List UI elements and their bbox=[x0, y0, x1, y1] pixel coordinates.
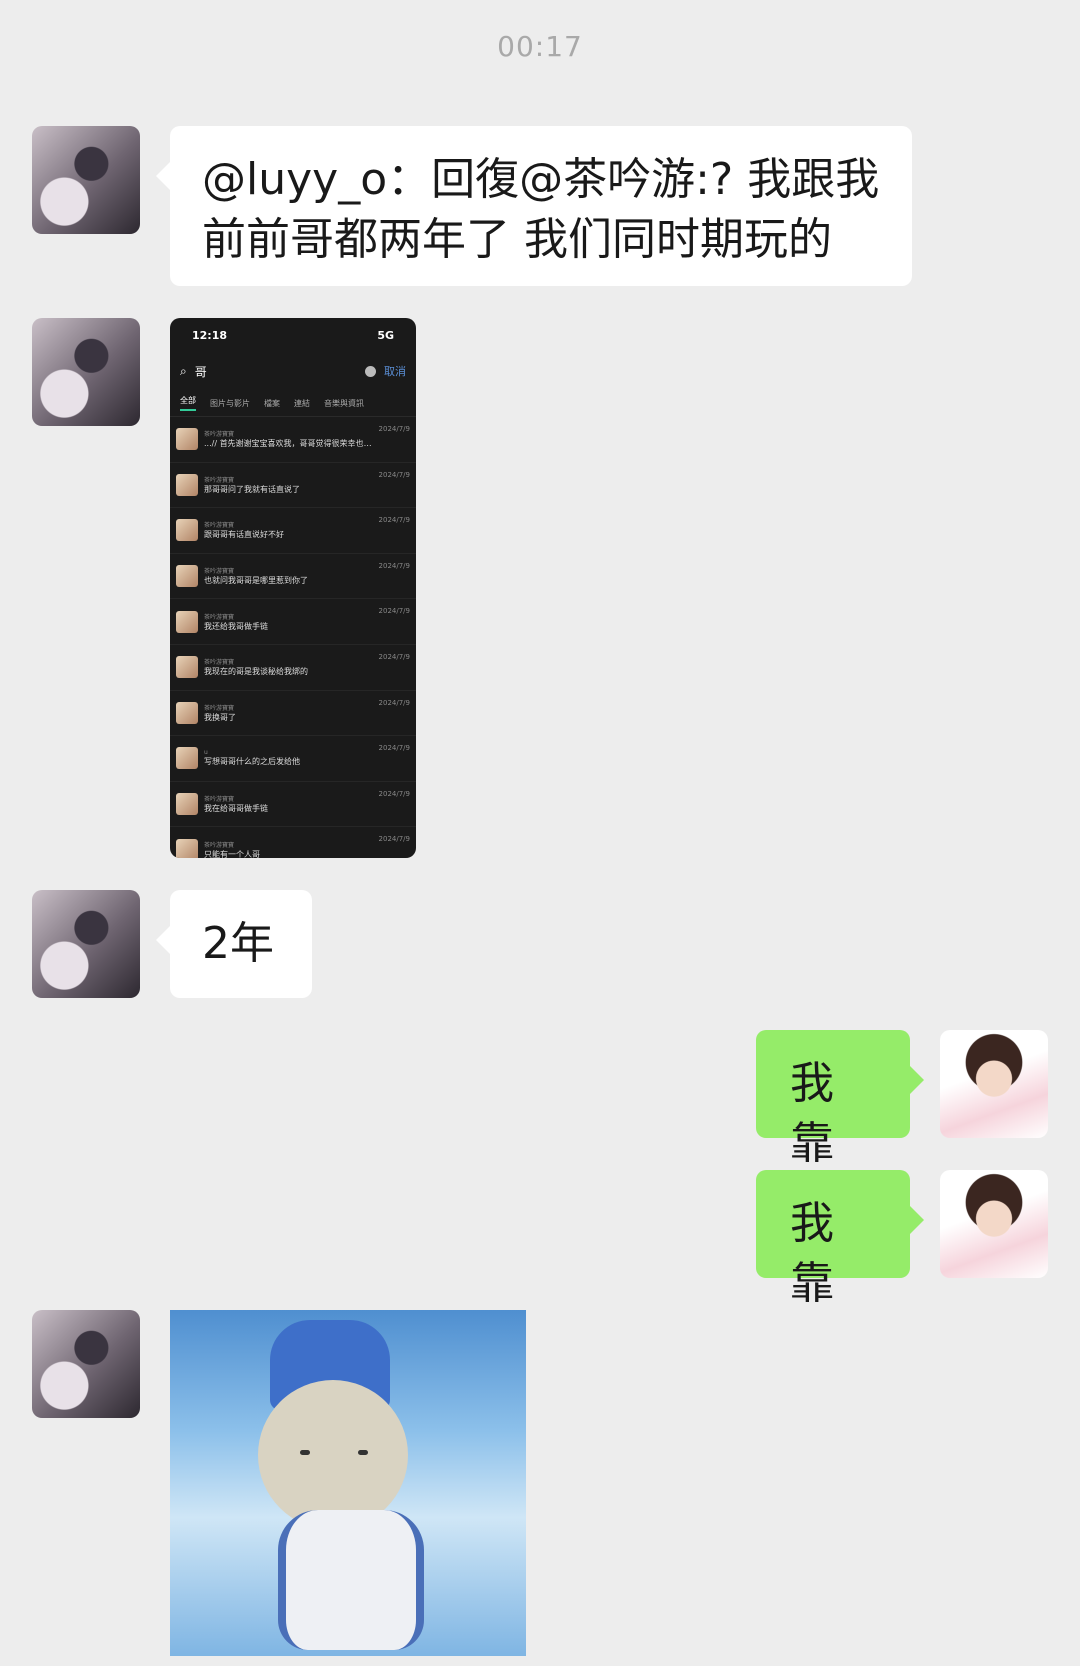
result-date: 2024/7/9 bbox=[378, 698, 410, 707]
result-date: 2024/7/9 bbox=[378, 744, 410, 753]
result-message: 也就问我哥哥是哪里惹到你了 bbox=[204, 576, 308, 586]
contact-avatar[interactable] bbox=[32, 126, 140, 234]
clear-icon bbox=[365, 365, 376, 377]
screenshot-result-row: 茶吟游寶寶 那哥哥问了我就有话直说了 2024/7/9 bbox=[170, 463, 416, 509]
avatar bbox=[176, 473, 198, 496]
screenshot-time: 12:18 bbox=[192, 328, 228, 342]
screenshot-result-row: 茶吟游寶寶 只能有一个人哥 2024/7/9 bbox=[170, 827, 416, 858]
screenshot-result-row: 茶吟游寶寶 我换哥了 2024/7/9 bbox=[170, 691, 416, 737]
result-name: 茶吟游寶寶 bbox=[204, 841, 235, 849]
result-date: 2024/7/9 bbox=[378, 652, 410, 661]
screenshot-tab: 图片与影片 bbox=[210, 398, 250, 408]
message-text-line: 前前哥都两年了 我们同时期玩的 bbox=[202, 214, 832, 265]
screenshot-tabs: 全部 图片与影片 檔案 連結 音樂與資訊 bbox=[170, 390, 416, 417]
result-message: 那哥哥问了我就有话直说了 bbox=[204, 484, 300, 494]
message-bubble-self[interactable]: 我靠 bbox=[756, 1170, 924, 1309]
self-avatar[interactable] bbox=[940, 1030, 1048, 1138]
contact-avatar[interactable] bbox=[32, 318, 140, 426]
chat-timestamp: 00:17 bbox=[497, 30, 583, 63]
screenshot-signal: 5G bbox=[377, 328, 394, 342]
search-icon: ⌕ bbox=[180, 363, 187, 378]
result-message: ...// 首先谢谢宝宝喜欢我，哥哥觉得很荣幸也很幸... bbox=[204, 439, 373, 449]
screenshot-result-row: u 写想哥哥什么的之后发给他 2024/7/9 bbox=[170, 736, 416, 782]
result-name: 茶吟游寶寶 bbox=[204, 568, 235, 576]
screenshot-search-bar: ⌕ 哥 取消 bbox=[170, 352, 416, 390]
result-message: 只能有一个人哥 bbox=[204, 849, 260, 858]
result-name: 茶吟游寶寶 bbox=[204, 476, 235, 484]
sticker-body bbox=[278, 1510, 424, 1650]
message-text: 我靠 bbox=[790, 1058, 834, 1169]
message-text: 2年 bbox=[202, 918, 274, 969]
result-name: 茶吟游寶寶 bbox=[204, 522, 235, 530]
image-message-screenshot[interactable]: 12:18 5G ⌕ 哥 取消 全部 图片与影片 檔案 連結 音樂與資訊 茶吟游… bbox=[170, 318, 416, 858]
result-name: 茶吟游寶寶 bbox=[204, 704, 235, 712]
avatar bbox=[176, 656, 198, 679]
screenshot-result-row: 茶吟游寶寶 也就问我哥哥是哪里惹到你了 2024/7/9 bbox=[170, 554, 416, 600]
screenshot-search-query: 哥 bbox=[194, 364, 207, 379]
screenshot-tab: 檔案 bbox=[264, 398, 280, 408]
screenshot-result-row: 茶吟游寶寶 我还给我哥做手链 2024/7/9 bbox=[170, 599, 416, 645]
result-name: 茶吟游寶寶 bbox=[204, 613, 235, 621]
result-date: 2024/7/9 bbox=[378, 516, 410, 525]
avatar bbox=[176, 610, 198, 633]
avatar bbox=[176, 428, 198, 451]
message-text: 我靠 bbox=[790, 1198, 834, 1309]
screenshot-status-bar: 12:18 5G bbox=[170, 318, 416, 352]
screenshot-result-row: 茶吟游寶寶 ...// 首先谢谢宝宝喜欢我，哥哥觉得很荣幸也很幸... 2024/7… bbox=[170, 417, 416, 463]
avatar bbox=[176, 793, 198, 816]
contact-avatar[interactable] bbox=[32, 1310, 140, 1418]
result-date: 2024/7/9 bbox=[378, 835, 410, 844]
sticker-head bbox=[258, 1380, 408, 1530]
message-bubble-self[interactable]: 我靠 bbox=[756, 1030, 924, 1169]
avatar bbox=[176, 519, 198, 542]
result-message: 我现在的哥是我谈秘给我绑的 bbox=[204, 667, 308, 677]
result-name: 茶吟游寶寶 bbox=[204, 659, 235, 667]
result-date: 2024/7/9 bbox=[378, 607, 410, 616]
result-name: 茶吟游寶寶 bbox=[204, 796, 235, 804]
result-date: 2024/7/9 bbox=[378, 561, 410, 570]
screenshot-tab: 音樂與資訊 bbox=[324, 398, 364, 408]
result-date: 2024/7/9 bbox=[378, 789, 410, 798]
screenshot-tab: 連結 bbox=[294, 398, 310, 408]
message-text-line: @luyy_o：回復@茶吟游:? 我跟我 bbox=[202, 154, 880, 205]
message-bubble[interactable]: @luyy_o：回復@茶吟游:? 我跟我 前前哥都两年了 我们同时期玩的 bbox=[156, 126, 912, 286]
result-name: u bbox=[204, 749, 208, 757]
screenshot-result-list: 茶吟游寶寶 ...// 首先谢谢宝宝喜欢我，哥哥觉得很荣幸也很幸... 2024/7… bbox=[170, 417, 416, 858]
result-message: 写想哥哥什么的之后发给他 bbox=[204, 757, 300, 767]
screenshot-result-row: 茶吟游寶寶 跟哥哥有话直说好不好 2024/7/9 bbox=[170, 508, 416, 554]
avatar bbox=[176, 565, 198, 588]
message-bubble[interactable]: 2年 bbox=[156, 890, 312, 998]
avatar bbox=[176, 747, 198, 770]
self-avatar[interactable] bbox=[940, 1170, 1048, 1278]
screenshot-tab: 全部 bbox=[180, 395, 196, 411]
sticker-eye bbox=[300, 1450, 310, 1455]
screenshot-result-row: 茶吟游寶寶 我现在的哥是我谈秘给我绑的 2024/7/9 bbox=[170, 645, 416, 691]
result-message: 我还给我哥做手链 bbox=[204, 621, 268, 631]
avatar bbox=[176, 838, 198, 858]
screenshot-result-row: 茶吟游寶寶 我在给哥哥做手链 2024/7/9 bbox=[170, 782, 416, 828]
sticker-eye bbox=[358, 1450, 368, 1455]
result-message: 跟哥哥有话直说好不好 bbox=[204, 530, 284, 540]
contact-avatar[interactable] bbox=[32, 890, 140, 998]
result-name: 茶吟游寶寶 bbox=[204, 431, 235, 439]
screenshot-cancel: 取消 bbox=[384, 365, 406, 378]
avatar bbox=[176, 701, 198, 724]
result-date: 2024/7/9 bbox=[378, 470, 410, 479]
result-message: 我换哥了 bbox=[204, 712, 236, 722]
result-message: 我在给哥哥做手链 bbox=[204, 804, 268, 814]
sticker-message[interactable] bbox=[170, 1310, 526, 1656]
result-date: 2024/7/9 bbox=[378, 425, 410, 433]
